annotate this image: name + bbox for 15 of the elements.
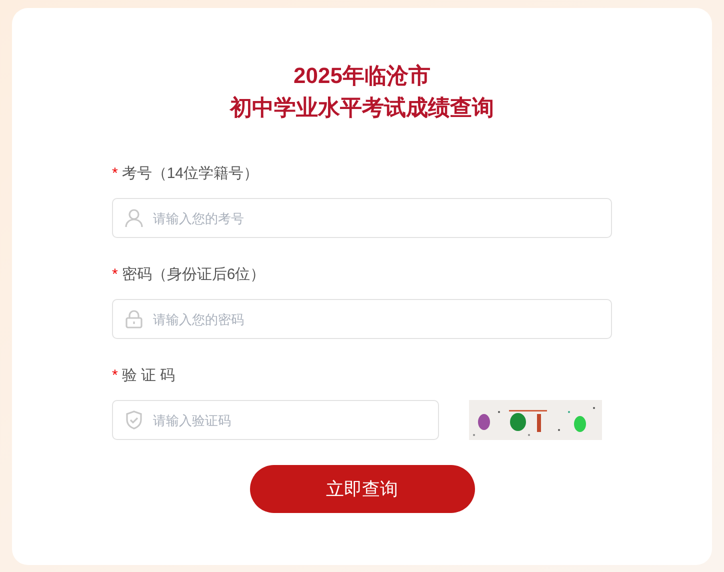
required-mark: * <box>112 164 118 184</box>
field-label: 密码（身份证后6位） <box>122 264 266 285</box>
shield-check-icon <box>124 410 144 430</box>
field-label: 验 证 码 <box>122 366 176 386</box>
user-icon <box>124 208 144 228</box>
lock-icon <box>124 309 144 329</box>
input-field[interactable]: 请输入您的密码 <box>112 299 612 339</box>
required-mark: * <box>112 366 118 386</box>
input-field[interactable]: 请输入验证码 <box>112 400 439 440</box>
required-mark: * <box>112 264 118 285</box>
submit-button[interactable]: 立即查询 <box>250 465 474 513</box>
page-title: 2025年临沧市 <box>294 62 430 90</box>
field-label: 考号（14位学籍号） <box>122 164 259 184</box>
input-field[interactable]: 请输入您的考号 <box>112 198 612 238</box>
page-title: 初中学业水平考试成绩查询 <box>230 94 494 122</box>
